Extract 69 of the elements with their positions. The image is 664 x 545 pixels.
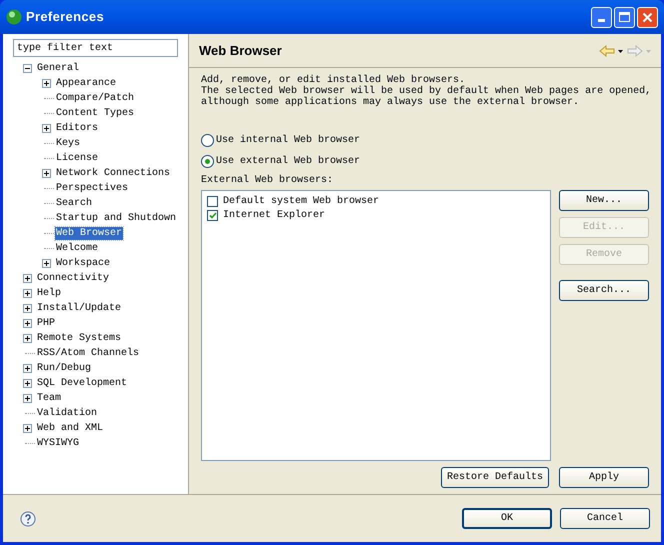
expand-icon[interactable] xyxy=(22,289,32,298)
checkbox[interactable] xyxy=(207,196,218,206)
radio-label: Use internal Web browser xyxy=(216,134,360,148)
list-action-button[interactable]: New... xyxy=(559,190,649,211)
expand-icon[interactable] xyxy=(22,304,32,313)
browser-name: Default system Web browser xyxy=(223,194,380,208)
page-title: Web Browser xyxy=(199,42,282,60)
description-text: The selected Web browser will be used by default when Web pages are opened, xyxy=(201,86,649,97)
tree-item[interactable]: Content Types xyxy=(55,107,136,120)
tree-item[interactable]: Run/Debug xyxy=(36,362,92,375)
tree-item[interactable]: Search xyxy=(55,197,94,210)
list-action-button[interactable]: Search... xyxy=(559,280,649,301)
expand-icon[interactable] xyxy=(22,319,32,328)
tree-item[interactable]: Remote Systems xyxy=(36,332,122,345)
tree-item[interactable]: Startup and Shutdown xyxy=(55,212,178,225)
description-text: although some applications may always use the external browser. xyxy=(201,97,580,108)
expand-icon[interactable] xyxy=(22,394,32,403)
list-label: External Web browsers: xyxy=(201,174,334,188)
forward-icon xyxy=(627,44,651,56)
tree-item[interactable]: Web Browser xyxy=(55,227,124,240)
cancel-button[interactable]: Cancel xyxy=(560,508,650,529)
tree-item[interactable]: Network Connections xyxy=(55,167,172,180)
browser-name: Internet Explorer xyxy=(223,208,326,222)
expand-icon[interactable] xyxy=(22,364,32,373)
tree-item[interactable]: Perspectives xyxy=(55,182,130,195)
tree-item[interactable]: Welcome xyxy=(55,242,100,255)
expand-icon[interactable] xyxy=(42,124,50,133)
apply-button[interactable]: Apply xyxy=(559,467,649,488)
tree-item[interactable]: Web and XML xyxy=(36,422,104,435)
collapse-icon[interactable] xyxy=(22,64,32,73)
expand-icon[interactable] xyxy=(22,379,32,388)
expand-icon[interactable] xyxy=(42,79,50,88)
ok-button[interactable]: OK xyxy=(462,508,552,529)
description-text: Add, remove, or edit installed Web browsers. xyxy=(201,75,466,86)
checkbox[interactable] xyxy=(207,210,218,220)
tree-item[interactable]: Team xyxy=(36,392,62,405)
filter-field[interactable]: type filter text xyxy=(13,39,178,57)
tree-item[interactable]: Validation xyxy=(36,407,98,420)
back-icon[interactable] xyxy=(599,44,623,56)
window-title: Preferences xyxy=(26,8,104,26)
tree-item[interactable]: PHP xyxy=(36,317,56,330)
tree-item[interactable]: Appearance xyxy=(55,77,118,90)
tree-item[interactable]: Keys xyxy=(55,137,82,150)
tree-item[interactable]: Editors xyxy=(55,122,100,135)
tree-item[interactable]: License xyxy=(55,152,100,165)
tree-item[interactable]: RSS/Atom Channels xyxy=(36,347,140,360)
close-button[interactable] xyxy=(637,6,658,28)
tree-item[interactable]: Help xyxy=(36,287,62,300)
radio-label: Use external Web browser xyxy=(216,154,360,168)
tree-item[interactable]: Compare/Patch xyxy=(55,92,136,105)
radio-button[interactable] xyxy=(201,134,214,146)
app-icon xyxy=(6,9,22,25)
tree-item[interactable]: General xyxy=(36,62,80,75)
expand-icon[interactable] xyxy=(22,274,32,283)
expand-icon[interactable] xyxy=(42,259,50,268)
expand-icon[interactable] xyxy=(22,424,32,433)
expand-icon[interactable] xyxy=(42,169,50,178)
help-icon[interactable] xyxy=(20,510,36,526)
close-icon xyxy=(642,12,653,22)
expand-icon[interactable] xyxy=(22,334,32,343)
tree-item[interactable]: Workspace xyxy=(55,257,112,270)
minimize-button[interactable] xyxy=(591,6,612,28)
restore-defaults-button[interactable]: Restore Defaults xyxy=(441,467,549,488)
tree-item[interactable]: Install/Update xyxy=(36,302,122,315)
tree-item[interactable]: WYSIWYG xyxy=(36,437,80,450)
tree-item[interactable]: Connectivity xyxy=(36,272,110,285)
maximize-button[interactable] xyxy=(614,6,635,28)
radio-button[interactable] xyxy=(201,154,214,168)
tree-item[interactable]: SQL Development xyxy=(36,377,128,390)
